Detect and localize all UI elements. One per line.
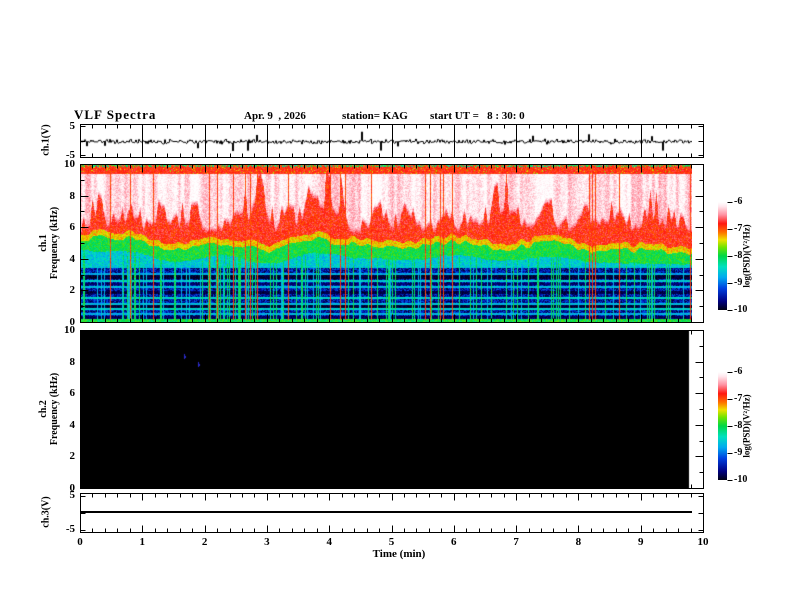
freq-tick-label: 6 <box>69 221 76 234</box>
colorbar2-tick-label: -8 <box>734 420 743 431</box>
ch1-volt-tick-label: 5 <box>69 120 76 132</box>
ch1-label-line1: ch.1 <box>38 234 49 252</box>
ch1-waveform-canvas <box>80 124 692 158</box>
ch2-label-line2: Frequency (kHz) <box>49 372 60 446</box>
ch1-volt-tick-label: -5 <box>65 149 75 161</box>
x-tick-label: 8 <box>575 536 582 548</box>
ch2-spectrogram-canvas <box>80 330 692 488</box>
colorbar1-label: log(PSD)(V²/Hz) <box>741 224 752 288</box>
page-title: VLF Spectra <box>74 107 157 122</box>
colorbar1-tick-label: -9 <box>734 277 743 288</box>
freq-tick-label: 2 <box>69 450 76 463</box>
ch2-frequency-axis-label: ch.2 Frequency (kHz) <box>38 373 60 445</box>
freq-tick-label: 4 <box>69 418 76 431</box>
vlf-spectra-plot: VLF Spectra Apr. 9 , 2026 station= KAG s… <box>0 0 792 612</box>
colorbar2-tick-label: -7 <box>734 393 743 404</box>
x-tick-label: 6 <box>451 536 457 548</box>
freq-tick-label: 2 <box>69 284 76 297</box>
ch2-label-line1: ch.2 <box>38 400 49 418</box>
x-tick-label: 7 <box>513 536 519 548</box>
freq-tick-label: 6 <box>69 387 76 400</box>
freq-tick-label: 8 <box>69 355 76 368</box>
colorbar1-tick-label: -8 <box>734 250 743 261</box>
colorbar-ch1 <box>718 202 727 310</box>
colorbar1-tick-label: -7 <box>734 223 743 234</box>
x-tick-label: 0 <box>77 536 83 548</box>
freq-tick-label: 4 <box>69 252 76 265</box>
x-axis-title: Time (min) <box>372 548 426 560</box>
colorbar2-tick-label: -9 <box>734 447 743 458</box>
colorbar2-label: log(PSD)(V²/Hz) <box>741 394 752 458</box>
colorbar-ch2 <box>718 372 727 480</box>
ch3-volt-tick-label: 5 <box>69 489 76 501</box>
ch1-frequency-axis-label: ch.1 Frequency (kHz) <box>38 207 60 279</box>
colorbar1-tick-label: -10 <box>734 304 748 315</box>
colorbar1-tick-label: -6 <box>734 196 743 207</box>
ch1-label-line2: Frequency (kHz) <box>49 206 60 280</box>
ch3-volt-tick-label: -5 <box>65 523 75 535</box>
colorbar2-tick-label: -10 <box>734 474 748 485</box>
x-tick-label: 5 <box>388 536 395 548</box>
x-tick-label: 9 <box>637 536 644 548</box>
ch1-spectrogram-canvas <box>80 164 692 322</box>
header-station: station= KAG <box>342 110 408 122</box>
x-tick-label: 1 <box>139 536 146 548</box>
x-tick-label: 4 <box>326 536 332 548</box>
header-date: Apr. 9 , 2026 <box>244 110 306 122</box>
x-tick-label: 2 <box>201 536 208 548</box>
freq-tick-label: 10 <box>64 324 75 336</box>
colorbar2-tick-label: -6 <box>734 366 743 377</box>
ch3-zero-line <box>81 511 692 513</box>
x-tick-label: 10 <box>697 536 709 548</box>
header-start-ut: start UT = 8 : 30: 0 <box>430 110 525 122</box>
x-tick-label: 3 <box>264 536 270 548</box>
freq-tick-label: 8 <box>69 189 76 202</box>
